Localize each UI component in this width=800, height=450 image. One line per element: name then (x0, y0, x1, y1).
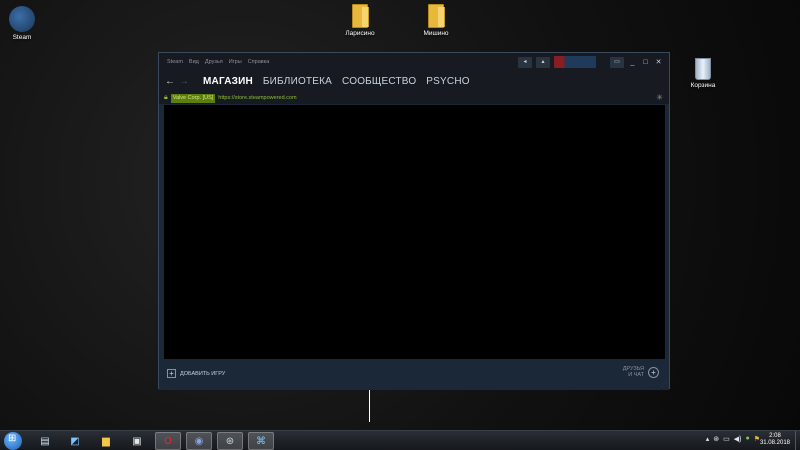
tray-volume-icon[interactable]: ◀) (734, 435, 742, 443)
text-cursor (369, 390, 370, 422)
taskbar-steam[interactable]: ⊛ (217, 432, 243, 450)
menu-steam[interactable]: Steam (167, 59, 183, 65)
menu-help[interactable]: Справка (248, 59, 270, 65)
title-bar: Steam Вид Друзья Игры Справка ◂ ▴ ▭ _ □ … (159, 53, 669, 71)
document-icon: ▣ (132, 435, 142, 447)
tray-expand-icon[interactable]: ▴ (706, 435, 710, 443)
nav-bar: ← → МАГАЗИН БИБЛИОТЕКА СООБЩЕСТВО PSYCHO (159, 71, 669, 92)
announcements-button[interactable]: ◂ (518, 56, 532, 68)
taskbar-notepad[interactable]: ▤ (32, 432, 58, 450)
footer: + ДОБАВИТЬ ИГРУ ДРУЗЬЯ И ЧАТ + ⋰ (159, 359, 669, 390)
add-game-label: ДОБАВИТЬ ИГРУ (180, 370, 226, 377)
spinner-icon: ✳ (656, 93, 663, 102)
desktop-icon-steam[interactable]: Steam (0, 6, 44, 41)
folder-icon (352, 4, 369, 28)
desktop-icon-label: Корзина (690, 82, 716, 89)
url-bar: 🔒︎ Valve Corp. [US] https://store.steamp… (159, 92, 669, 104)
desktop-icon-mishino[interactable]: Мишино (414, 4, 458, 37)
desktop-icon-recycle-bin[interactable]: Корзина (681, 58, 725, 89)
desktop-icon-label: Ларисино (345, 30, 375, 37)
tray-chat-icon[interactable]: ● (745, 435, 749, 443)
tray-network-icon[interactable]: ▭ (723, 435, 730, 443)
resize-handle[interactable]: ⋰ (661, 381, 667, 388)
tab-community[interactable]: СООБЩЕСТВО (342, 76, 416, 87)
friends-chat-icon: + (648, 366, 659, 378)
plus-icon: + (167, 369, 176, 378)
folder-icon: ▆ (102, 435, 110, 447)
steam-window: Steam Вид Друзья Игры Справка ◂ ▴ ▭ _ □ … (158, 52, 670, 390)
tray-steam-icon[interactable]: ⊛ (713, 435, 719, 443)
friends-chat-label: ДРУЗЬЯ И ЧАТ (623, 366, 644, 378)
taskbar-app[interactable]: ▣ (124, 432, 150, 450)
taskbar-paint[interactable]: ◩ (62, 432, 88, 450)
paint-icon: ◩ (70, 435, 80, 447)
minimize-button[interactable]: _ (628, 59, 637, 66)
megaphone-icon: ◂ (523, 58, 527, 65)
notepad-icon: ▤ (40, 435, 50, 447)
forward-arrow-icon[interactable]: → (179, 76, 193, 87)
menu-view[interactable]: Вид (189, 59, 199, 65)
notifications-button[interactable]: ▴ (536, 56, 550, 68)
menu-friends[interactable]: Друзья (205, 59, 223, 65)
taskbar: ▤ ◩ ▆ ▣ O ◉ ⊛ ⌘ ▴ ⊛ ▭ ◀) ● ⚑ 2:08 31.08.… (0, 430, 800, 450)
discord-icon: ◉ (194, 435, 204, 447)
taskbar-network-app[interactable]: ⌘ (248, 432, 274, 450)
add-game-button[interactable]: + ДОБАВИТЬ ИГРУ (167, 369, 225, 378)
taskbar-opera[interactable]: O (155, 432, 181, 450)
clock-time: 2:08 (769, 433, 781, 439)
certificate-badge[interactable]: Valve Corp. [US] (170, 93, 216, 103)
lock-icon: 🔒︎ (164, 94, 168, 101)
network-icon: ⌘ (256, 435, 266, 447)
system-tray: ▴ ⊛ ▭ ◀) ● ⚑ (706, 435, 760, 443)
store-content-area (164, 105, 665, 359)
menu-games[interactable]: Игры (229, 59, 242, 65)
folder-icon (428, 4, 445, 28)
taskbar-discord[interactable]: ◉ (186, 432, 212, 450)
tab-library[interactable]: БИБЛИОТЕКА (263, 76, 332, 87)
desktop-icon-label: Мишино (423, 30, 449, 37)
clock-date: 31.08.2018 (759, 440, 790, 446)
monitor-icon: ▭ (614, 58, 620, 65)
taskbar-explorer[interactable]: ▆ (93, 432, 119, 450)
maximize-button[interactable]: □ (641, 59, 650, 66)
desktop-icon-label: Steam (12, 34, 32, 41)
tab-store[interactable]: МАГАЗИН (203, 76, 253, 87)
account-menu[interactable] (554, 56, 596, 68)
steam-icon: ⊛ (225, 435, 235, 447)
inbox-icon: ▴ (541, 58, 545, 65)
url-text[interactable]: https://store.steampowered.com (218, 95, 296, 101)
opera-icon: O (164, 435, 172, 447)
show-desktop-button[interactable] (795, 431, 800, 450)
back-arrow-icon[interactable]: ← (165, 76, 179, 87)
clock[interactable]: 2:08 31.08.2018 (760, 433, 790, 447)
desktop-icon-larisino[interactable]: Ларисино (338, 4, 382, 37)
tab-profile[interactable]: PSYCHO (426, 76, 469, 87)
close-button[interactable]: ✕ (654, 58, 663, 66)
big-picture-button[interactable]: ▭ (610, 56, 624, 68)
recycle-bin-icon (695, 58, 711, 80)
start-button[interactable] (4, 432, 22, 450)
friends-line2: И ЧАТ (628, 372, 644, 378)
steam-icon (9, 6, 35, 32)
friends-chat-button[interactable]: ДРУЗЬЯ И ЧАТ + (623, 366, 659, 378)
